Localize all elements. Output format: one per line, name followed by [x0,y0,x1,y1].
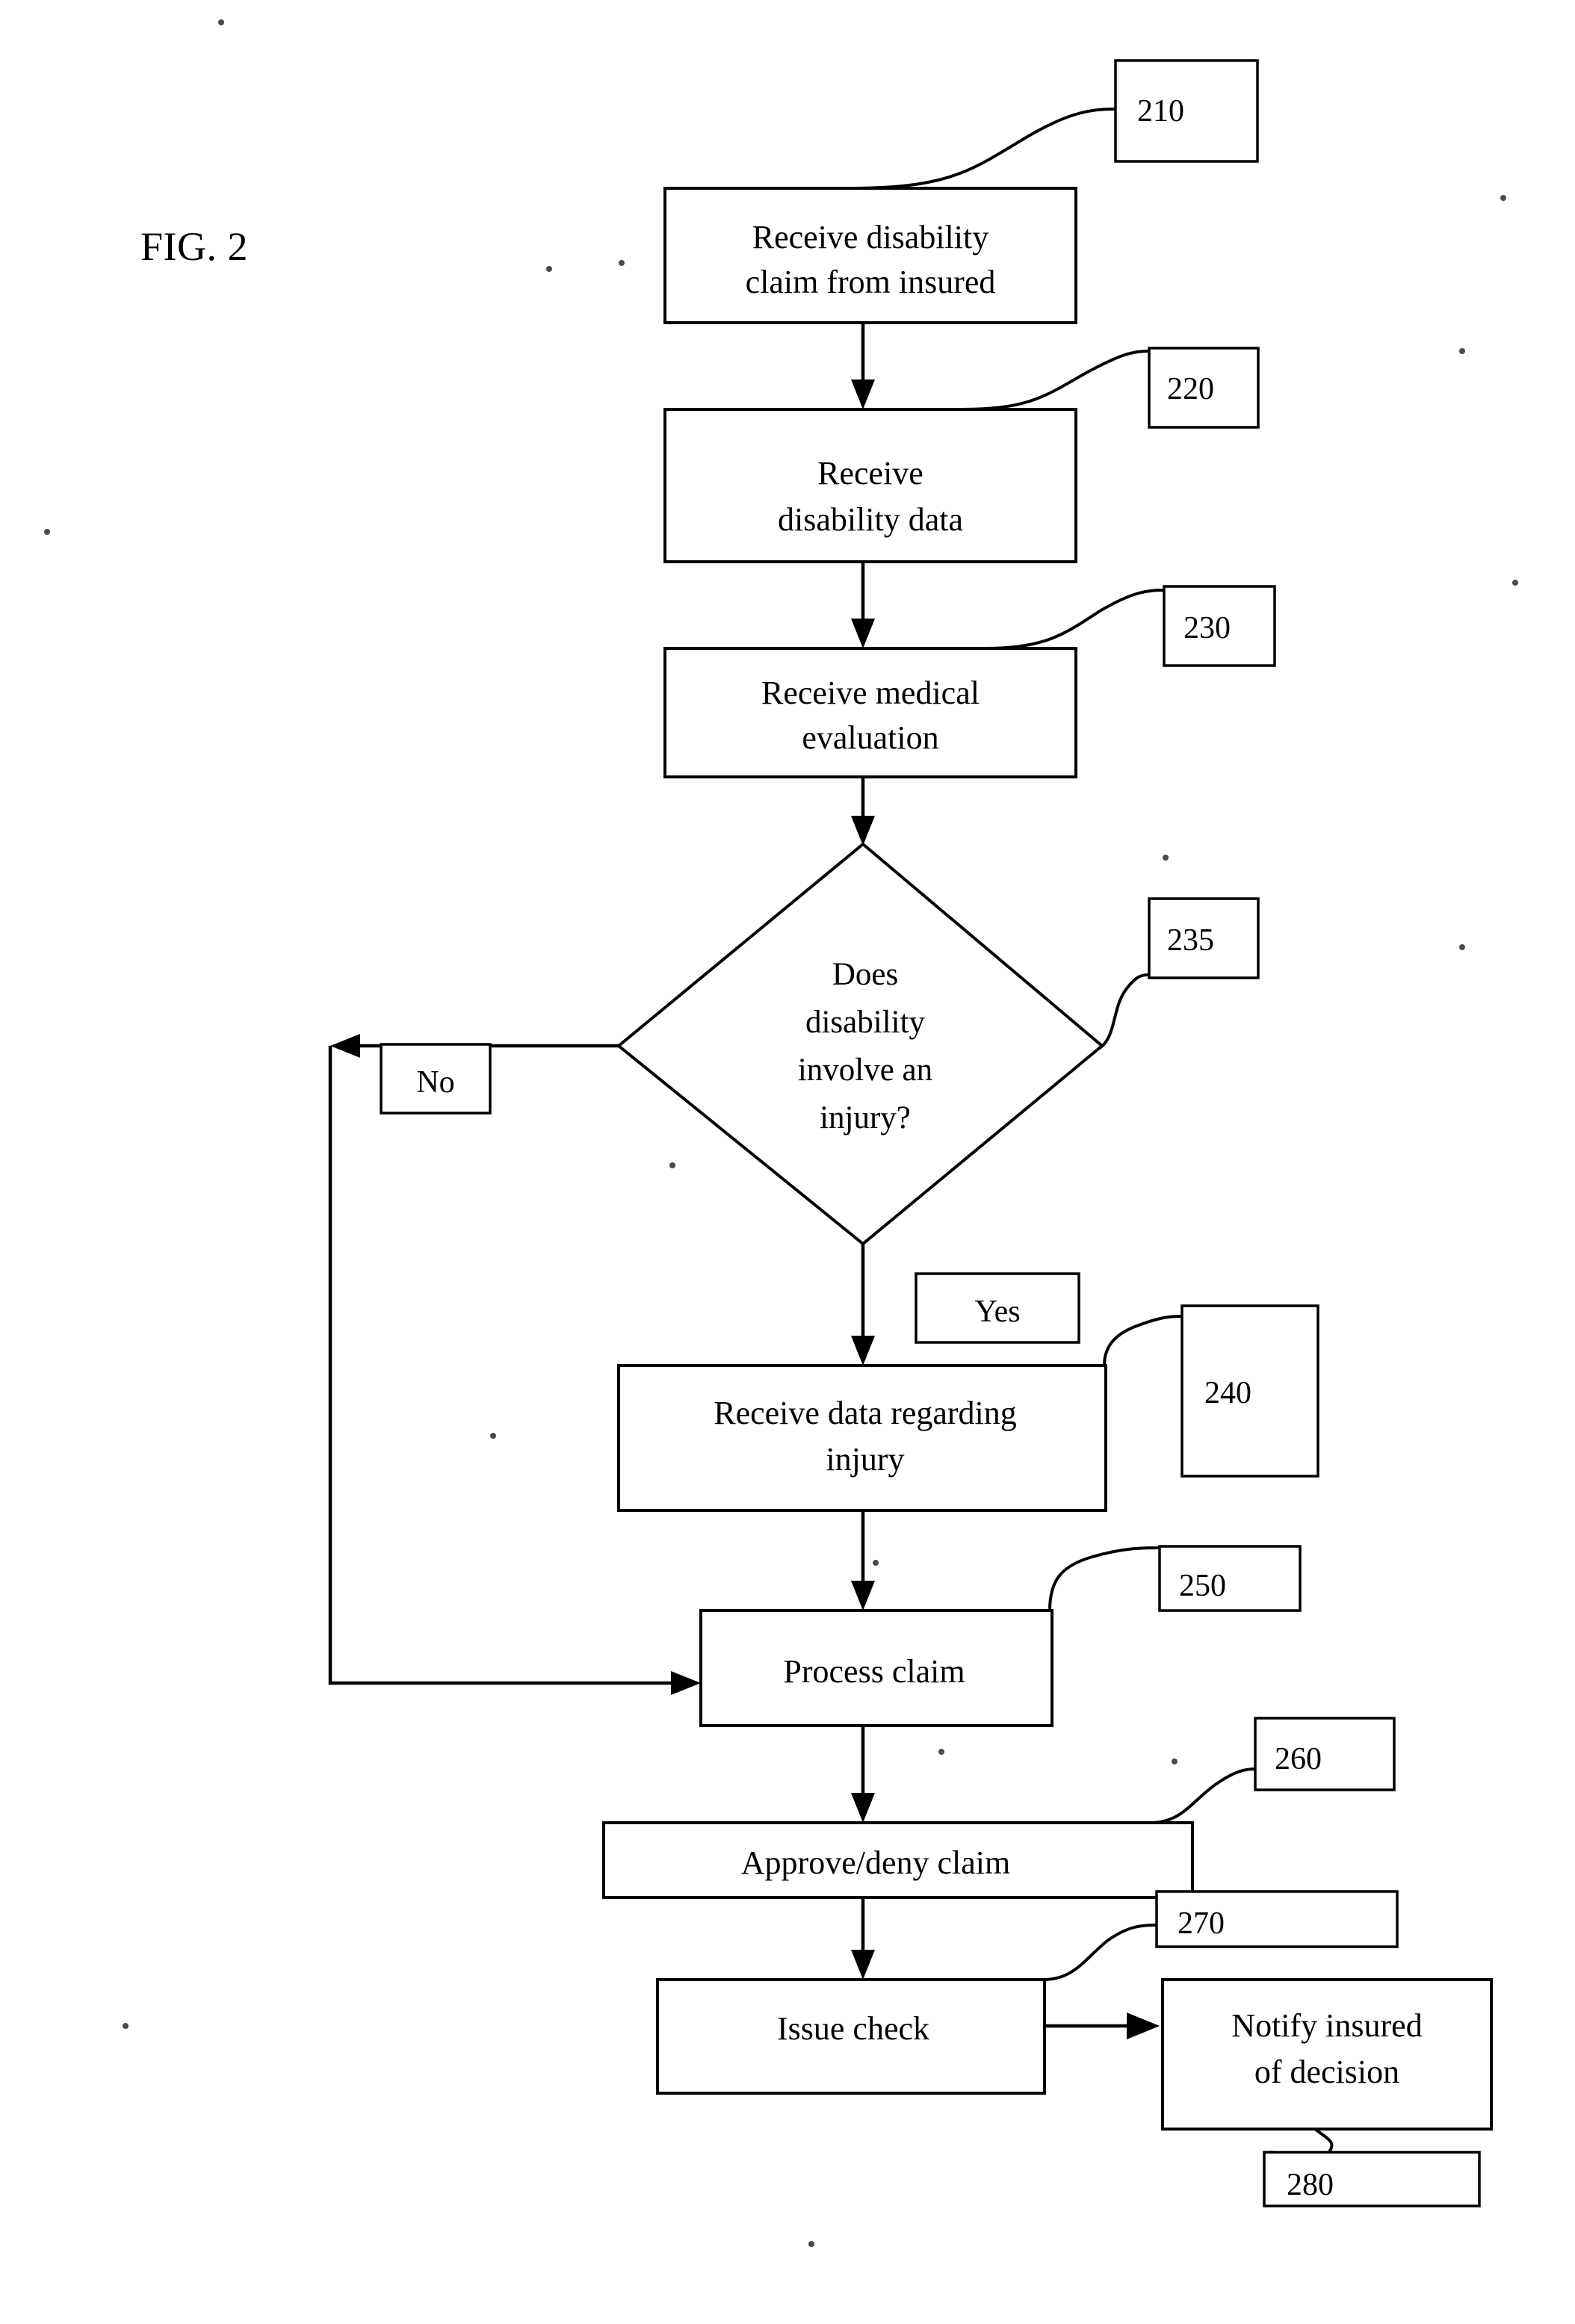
connector-260-to-270 [851,1897,875,1980]
connector-230-to-235 [851,777,875,846]
node-230-line-1: Receive medical [761,675,980,711]
figure-title: FIG. 2 [140,224,248,269]
node-receive-injury-data[interactable]: Receive data regarding injury [617,1364,1107,1512]
ref-box-210: 210 [1114,59,1259,163]
node-240-line-1: Receive data regarding [714,1395,1017,1431]
node-240-line-2: injury [826,1441,904,1478]
node-notify-insured[interactable]: Notify insured of decision [1161,1978,1493,2131]
ref-box-280: 280 [1263,2151,1481,2207]
ref-box-240: 240 [1181,1304,1319,1478]
connector-240-to-250 [851,1510,875,1611]
node-250-line-1: Process claim [783,1653,965,1690]
node-280-line-1: Notify insured [1231,2007,1422,2044]
node-210-line-1: Receive disability [752,219,988,255]
ref-leader-270 [1042,1924,1157,1981]
ref-280-label: 280 [1287,2168,1334,2202]
ref-box-230: 230 [1163,585,1276,667]
ref-270-label: 270 [1178,1906,1225,1941]
ref-220-label: 220 [1167,372,1214,406]
node-decision-injury[interactable]: Does disability involve an injury? [616,842,1105,1246]
connector-210-to-220 [851,323,875,409]
node-process-claim[interactable]: Process claim [699,1609,1053,1727]
ref-box-260: 260 [1254,1717,1396,1791]
node-issue-check[interactable]: Issue check [656,1978,1046,2095]
connector-250-to-260 [851,1726,875,1823]
node-235-line-2: disability [805,1005,926,1040]
node-280-line-2: of decision [1254,2054,1399,2090]
ref-230-label: 230 [1183,611,1231,645]
node-230-line-2: evaluation [802,719,938,756]
ref-260-label: 260 [1275,1742,1322,1776]
flowchart-canvas: FIG. 2 Receive disability claim from ins… [44,19,1518,2247]
branch-label-yes: Yes [915,1272,1080,1344]
node-approve-deny-claim[interactable]: Approve/deny claim [602,1821,1194,1899]
ref-leader-210 [850,108,1116,190]
node-235-line-4: injury? [820,1100,911,1135]
ref-box-235: 235 [1148,897,1260,979]
no-label-text: No [416,1065,454,1100]
yes-label-text: Yes [974,1295,1020,1329]
ref-leader-235 [1097,973,1151,1050]
connector-yes-branch [851,1244,875,1366]
node-receive-disability-claim[interactable]: Receive disability claim from insured [663,187,1077,324]
ref-250-label: 250 [1179,1569,1226,1603]
ref-box-270: 270 [1155,1890,1399,1948]
ref-leader-220 [962,350,1150,411]
node-receive-medical-evaluation[interactable]: Receive medical evaluation [663,647,1077,778]
node-270-line-1: Issue check [777,2010,929,2047]
ref-240-label: 240 [1204,1376,1251,1410]
ref-leader-230 [984,589,1165,650]
node-receive-disability-data[interactable]: Receive disability data [663,408,1077,563]
ref-leader-240 [1103,1315,1183,1366]
ref-235-label: 235 [1167,923,1214,958]
node-220-line-1: Receive [817,455,923,492]
node-235-line-3: involve an [798,1053,932,1088]
ref-leader-260 [1150,1767,1256,1824]
connector-270-to-280 [1045,2012,1160,2039]
node-210-line-2: claim from insured [746,264,996,300]
ref-leader-250 [1048,1546,1160,1611]
node-260-line-1: Approve/deny claim [741,1844,1010,1881]
node-220-line-2: disability data [778,501,963,538]
ref-box-250: 250 [1158,1545,1302,1612]
node-235-line-1: Does [832,957,898,992]
ref-210-label: 210 [1137,94,1184,128]
patent-figure-2: FIG. 2 Receive disability claim from ins… [0,0,1575,2324]
ref-box-220: 220 [1148,347,1260,429]
connector-220-to-230 [851,562,875,648]
branch-label-no: No [380,1043,492,1115]
